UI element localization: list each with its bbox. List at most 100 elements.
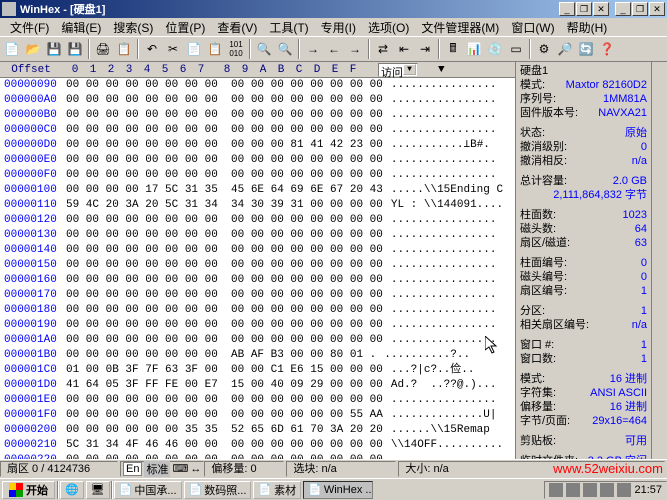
- menu-item[interactable]: 工具(T): [263, 19, 314, 36]
- ime-keyboard-icon[interactable]: ⌨: [172, 462, 188, 475]
- hex-column-header[interactable]: E: [326, 64, 344, 76]
- hex-row[interactable]: 000002105C 31 34 4F 46 46 00 00 00 00 00…: [0, 438, 515, 453]
- prev-button[interactable]: ⇤: [394, 39, 414, 59]
- system-tray[interactable]: 21:57: [544, 481, 667, 499]
- properties-button[interactable]: 📋: [114, 39, 134, 59]
- hex-row[interactable]: 0000014000 00 00 00 00 00 00 00 00 00 00…: [0, 243, 515, 258]
- hex-column-header[interactable]: 2: [102, 64, 120, 76]
- hex-row[interactable]: 000001D041 64 05 3F FF FE 00 E7 15 00 40…: [0, 378, 515, 393]
- hex-row[interactable]: 0000011059 4C 20 3A 20 5C 31 34 34 30 39…: [0, 198, 515, 213]
- ime-indicator[interactable]: En: [123, 462, 142, 476]
- hex-column-header[interactable]: A: [254, 64, 272, 76]
- tray-icon[interactable]: [617, 483, 631, 497]
- disk-button[interactable]: 💿: [485, 39, 505, 59]
- hex-row[interactable]: 0000015000 00 00 00 00 00 00 00 00 00 00…: [0, 258, 515, 273]
- find-button[interactable]: 🔎: [555, 39, 575, 59]
- quicklaunch-ie[interactable]: 🌐: [60, 481, 84, 499]
- save-button[interactable]: 💾: [44, 39, 64, 59]
- tray-icon[interactable]: [566, 483, 580, 497]
- hex-row[interactable]: 0000012000 00 00 00 00 00 00 00 00 00 00…: [0, 213, 515, 228]
- tray-icon[interactable]: [549, 483, 563, 497]
- hex-row[interactable]: 0000019000 00 00 00 00 00 00 00 00 00 00…: [0, 318, 515, 333]
- clock[interactable]: 21:57: [634, 484, 662, 496]
- hex-row[interactable]: 0000013000 00 00 00 00 00 00 00 00 00 00…: [0, 228, 515, 243]
- hex-body[interactable]: 0000009000 00 00 00 00 00 00 00 00 00 00…: [0, 78, 515, 459]
- menu-item[interactable]: 选项(O): [362, 19, 415, 36]
- hex-column-header[interactable]: 9: [236, 64, 254, 76]
- hex-row[interactable]: 000000C000 00 00 00 00 00 00 00 00 00 00…: [0, 123, 515, 138]
- hex-row[interactable]: 0000018000 00 00 00 00 00 00 00 00 00 00…: [0, 303, 515, 318]
- hex-row[interactable]: 0000016000 00 00 00 00 00 00 00 00 00 00…: [0, 273, 515, 288]
- print-button[interactable]: 🖨: [93, 39, 113, 59]
- forward-button[interactable]: →: [345, 39, 365, 59]
- analyze-button[interactable]: 📊: [464, 39, 484, 59]
- minimize-child-button[interactable]: _: [559, 2, 575, 16]
- hex-row[interactable]: 000001E000 00 00 00 00 00 00 00 00 00 00…: [0, 393, 515, 408]
- options-button[interactable]: ⚙: [534, 39, 554, 59]
- ime-label[interactable]: 标准: [144, 461, 170, 477]
- help-button[interactable]: ❓: [597, 39, 617, 59]
- paste-button[interactable]: 📋: [205, 39, 225, 59]
- goto-button[interactable]: →: [303, 39, 323, 59]
- hex-column-header[interactable]: C: [290, 64, 308, 76]
- ime-icon[interactable]: ↔: [190, 463, 201, 475]
- hex-row[interactable]: 000001B000 00 00 00 00 00 00 00 AB AF B3…: [0, 348, 515, 363]
- hex-row[interactable]: 000001F000 00 00 00 00 00 00 00 00 00 00…: [0, 408, 515, 423]
- restore-child-button[interactable]: ❐: [576, 2, 592, 16]
- tray-icon[interactable]: [583, 483, 597, 497]
- taskbar-button[interactable]: 📄WinHex ...: [303, 481, 373, 499]
- hex-row[interactable]: 0000009000 00 00 00 00 00 00 00 00 00 00…: [0, 78, 515, 93]
- hex-column-header[interactable]: 0: [66, 64, 84, 76]
- hex-column-header[interactable]: 4: [138, 64, 156, 76]
- menu-item[interactable]: 帮助(H): [561, 19, 614, 36]
- menu-item[interactable]: 专用(I): [315, 19, 362, 36]
- minimize-button[interactable]: _: [615, 2, 631, 16]
- open-button[interactable]: 📂: [23, 39, 43, 59]
- hex-column-header[interactable]: B: [272, 64, 290, 76]
- tray-icon[interactable]: [600, 483, 614, 497]
- menu-item[interactable]: 查看(V): [211, 19, 263, 36]
- access-dropdown[interactable]: 访问: [378, 63, 418, 77]
- hex-row[interactable]: 000000B000 00 00 00 00 00 00 00 00 00 00…: [0, 108, 515, 123]
- hex-column-header[interactable]: 7: [192, 64, 210, 76]
- menu-item[interactable]: 文件管理器(M): [415, 19, 505, 36]
- menu-item[interactable]: 搜索(S): [107, 19, 159, 36]
- hex-row[interactable]: 000000E000 00 00 00 00 00 00 00 00 00 00…: [0, 153, 515, 168]
- replace-button[interactable]: 🔄: [576, 39, 596, 59]
- hex-row[interactable]: 0000022000 00 00 00 00 00 00 00 00 00 00…: [0, 453, 515, 459]
- hex-row[interactable]: 000001C001 00 0B 3F 7F 63 3F 00 00 00 C1…: [0, 363, 515, 378]
- hex-row[interactable]: 000001A000 00 00 00 00 00 00 00 00 00 00…: [0, 333, 515, 348]
- taskbar-button[interactable]: 📄数码照...: [184, 481, 252, 499]
- taskbar-button[interactable]: 📄素材: [253, 481, 301, 499]
- menu-item[interactable]: 文件(F): [4, 19, 55, 36]
- start-button[interactable]: 开始: [2, 481, 55, 499]
- menu-item[interactable]: 位置(P): [159, 19, 211, 36]
- next-button[interactable]: ⇥: [415, 39, 435, 59]
- hex-row[interactable]: 0000010000 00 00 00 17 5C 31 35 45 6E 64…: [0, 183, 515, 198]
- goto-sector-button[interactable]: ⇄: [373, 39, 393, 59]
- new-button[interactable]: 📄: [2, 39, 22, 59]
- close-child-button[interactable]: ✕: [593, 2, 609, 16]
- hex-column-header[interactable]: 1: [84, 64, 102, 76]
- copy-button[interactable]: 📄: [184, 39, 204, 59]
- restore-button[interactable]: ❐: [632, 2, 648, 16]
- menu-item[interactable]: 编辑(E): [55, 19, 107, 36]
- menu-item[interactable]: 窗口(W): [505, 19, 560, 36]
- hex-row[interactable]: 000000F000 00 00 00 00 00 00 00 00 00 00…: [0, 168, 515, 183]
- hex-column-header[interactable]: 5: [156, 64, 174, 76]
- undo-button[interactable]: ↶: [142, 39, 162, 59]
- copy-hex-button[interactable]: 101010: [226, 39, 246, 59]
- hex-column-header[interactable]: D: [308, 64, 326, 76]
- cut-button[interactable]: ✂: [163, 39, 183, 59]
- find-hex-button[interactable]: 🔍: [254, 39, 274, 59]
- hex-column-header[interactable]: F: [344, 64, 362, 76]
- hex-row[interactable]: 0000017000 00 00 00 00 00 00 00 00 00 00…: [0, 288, 515, 303]
- ram-button[interactable]: ▭: [506, 39, 526, 59]
- back-button[interactable]: ←: [324, 39, 344, 59]
- quicklaunch-desktop[interactable]: 🖥: [86, 481, 110, 499]
- saveas-button[interactable]: 💾: [65, 39, 85, 59]
- hex-column-header[interactable]: 3: [120, 64, 138, 76]
- hex-row[interactable]: 0000020000 00 00 00 00 00 35 35 52 65 6D…: [0, 423, 515, 438]
- close-button[interactable]: ✕: [649, 2, 665, 16]
- hex-column-header[interactable]: 8: [218, 64, 236, 76]
